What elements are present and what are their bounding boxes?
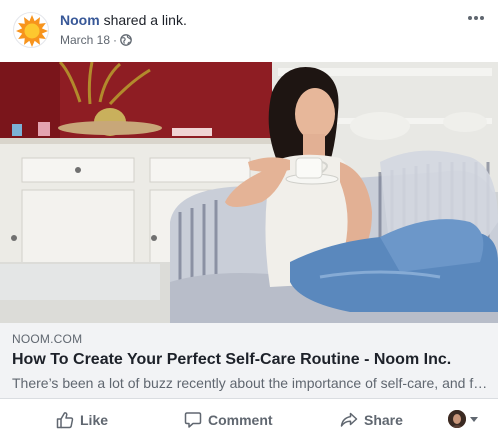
share-button[interactable]: Share <box>340 404 403 436</box>
meta-separator: · <box>113 33 118 47</box>
chevron-down-icon <box>470 416 478 422</box>
post-action-bar: Like Comment Share <box>0 400 498 439</box>
share-label: Share <box>364 412 403 428</box>
link-description: There’s been a lot of buzz recently abou… <box>12 375 488 391</box>
globe-icon[interactable] <box>120 34 132 46</box>
share-arrow-icon <box>340 411 358 429</box>
post-author-line: Noom shared a link. <box>60 12 187 29</box>
link-title[interactable]: How To Create Your Perfect Self-Care Rou… <box>12 350 488 370</box>
user-avatar <box>448 410 466 428</box>
post-action-text: shared a link. <box>103 12 187 28</box>
link-domain: NOOM.COM <box>12 332 83 346</box>
post-meta: March 18 · <box>60 33 132 47</box>
post-as-selector[interactable] <box>448 410 478 428</box>
noom-logo-icon <box>16 15 48 47</box>
author-name-link[interactable]: Noom <box>60 12 100 28</box>
more-horizontal-icon <box>468 16 484 20</box>
woman-relaxing-with-tea-photo <box>0 62 498 323</box>
like-label: Like <box>80 412 109 428</box>
post-options-button[interactable] <box>464 8 488 28</box>
post-header: Noom shared a link. March 18 · <box>0 0 498 62</box>
comment-label: Comment <box>208 412 273 428</box>
comment-bubble-icon <box>184 411 202 429</box>
page-avatar[interactable] <box>13 12 49 48</box>
like-button[interactable]: Like <box>56 404 108 436</box>
link-caption[interactable]: NOOM.COM How To Create Your Perfect Self… <box>0 323 498 399</box>
link-preview-image[interactable] <box>0 62 498 323</box>
post-date[interactable]: March 18 <box>60 33 110 47</box>
comment-button[interactable]: Comment <box>184 404 273 436</box>
thumbs-up-icon <box>56 411 74 429</box>
